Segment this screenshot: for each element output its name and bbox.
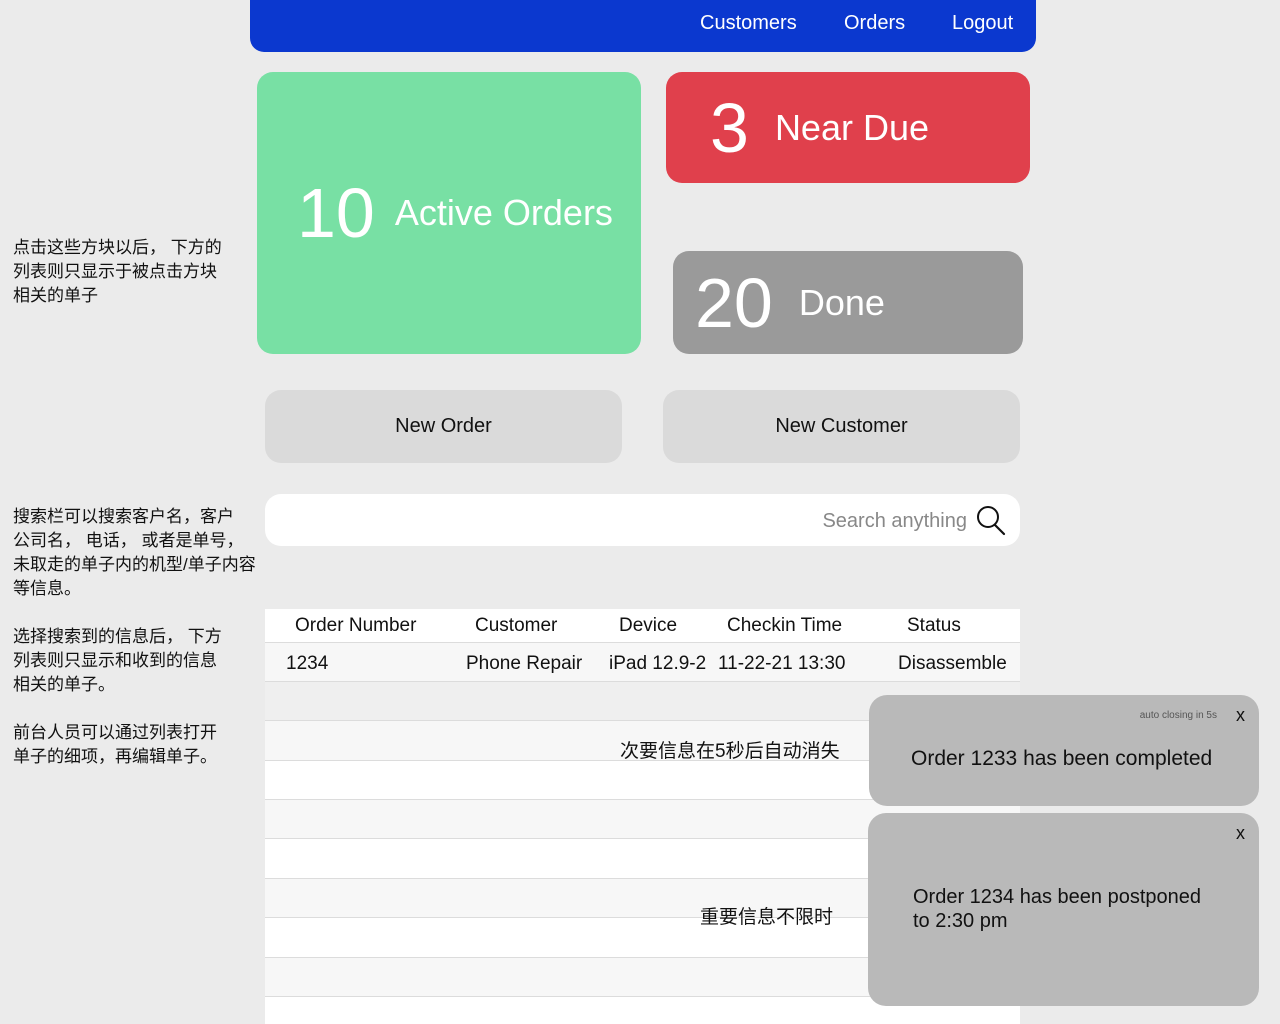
active-orders-label: Active Orders: [394, 192, 613, 233]
nav-customers-link[interactable]: Customers: [700, 12, 797, 35]
annotation-edit-note: 前台人员可以通过列表打开 单子的细项，再编辑单子。: [13, 723, 217, 766]
top-nav-bar: Customers Orders Logout: [250, 0, 1036, 52]
close-icon[interactable]: x: [1236, 823, 1245, 844]
cell-status: Disassemble: [898, 653, 1007, 674]
column-header-customer[interactable]: Customer: [475, 615, 557, 637]
column-header-status[interactable]: Status: [907, 615, 961, 637]
cell-device: iPad 12.9-2: [609, 653, 707, 674]
column-header-checkin-time[interactable]: Checkin Time: [727, 615, 842, 637]
table-row[interactable]: 1234 Phone Repair iPad 12.9-2 11-22-21 1…: [265, 643, 1020, 682]
search-bar: [265, 494, 1020, 546]
column-header-order-number[interactable]: Order Number: [295, 615, 416, 637]
cell-checkin-time: 11-22-21 13:30: [718, 653, 846, 674]
table-header-row: Order Number Customer Device Checkin Tim…: [265, 609, 1020, 643]
toast-notification: x Order 1234 has been postponed to 2:30 …: [868, 813, 1259, 1006]
near-due-tile[interactable]: 3 Near Due: [666, 72, 1030, 183]
active-orders-tile[interactable]: 10 Active Orders: [257, 72, 641, 354]
nav-orders-link[interactable]: Orders: [844, 12, 905, 35]
nav-logout-link[interactable]: Logout: [952, 12, 1013, 35]
toast-auto-close-text: auto closing in 5s: [1139, 710, 1217, 721]
new-customer-button[interactable]: New Customer: [663, 390, 1020, 463]
new-order-button[interactable]: New Order: [265, 390, 622, 463]
cell-order-number: 1234: [286, 653, 329, 674]
annotation-important-note: 重要信息不限时: [700, 907, 834, 928]
done-count: 20: [695, 263, 773, 342]
toast-notification: auto closing in 5s x Order 1233 has been…: [869, 695, 1259, 806]
cell-customer: Phone Repair: [466, 653, 583, 674]
column-header-device[interactable]: Device: [619, 615, 677, 637]
active-orders-count: 10: [297, 174, 375, 252]
close-icon[interactable]: x: [1236, 705, 1245, 726]
done-tile[interactable]: 20 Done: [673, 251, 1023, 354]
annotation-minor-note: 次要信息在5秒后自动消失: [620, 741, 840, 762]
toast-message: Order 1233 has been completed: [911, 747, 1213, 770]
near-due-label: Near Due: [774, 106, 930, 148]
search-input[interactable]: [285, 504, 969, 538]
toast-message: Order 1234 has been postponed to 2:30 pm: [913, 886, 1201, 932]
done-label: Done: [798, 281, 885, 323]
annotation-tiles-note: 点击这些方块以后， 下方的 列表则只显示于被点击方块 相关的单子: [13, 238, 222, 305]
near-due-count: 3: [710, 88, 749, 167]
annotation-select-note: 选择搜索到的信息后， 下方 列表则只显示和收到的信息 相关的单子。: [13, 627, 222, 694]
annotation-search-note: 搜索栏可以搜索客户名，客户 公司名， 电话， 或者是单号， 未取走的单子内的机型…: [13, 507, 256, 598]
search-icon[interactable]: [976, 504, 1006, 536]
